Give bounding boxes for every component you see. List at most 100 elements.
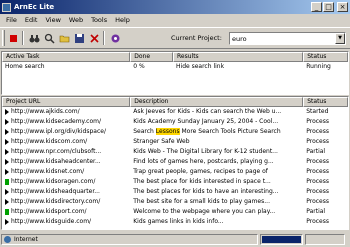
row-status: Process (306, 158, 329, 165)
table-row[interactable]: http://www.kidsecademy.com/Kids Academy … (2, 117, 348, 127)
status-marker-icon (5, 208, 9, 215)
arrow-icon (5, 128, 9, 135)
menu-tools[interactable]: Tools (87, 16, 111, 24)
row-description-text: Kids Academy Sunday January 25, 2004 - C… (133, 118, 279, 125)
globe-icon (4, 236, 11, 243)
current-project-select[interactable]: euro ▼ (229, 32, 346, 45)
row-url[interactable]: http://www.kidsdirectory.com/ (11, 198, 100, 205)
row-description: Welcome to the webpage where you can pla… (130, 207, 303, 217)
chevron-down-icon[interactable]: ▼ (335, 33, 345, 44)
table-row[interactable]: http://www.ajkids.com/Ask Jeeves for Kid… (2, 107, 348, 117)
tasks-header: Active Task Done Results Status (2, 52, 348, 62)
column-header-description[interactable]: Description (130, 97, 304, 107)
arrow-icon (5, 158, 9, 165)
app-icon (2, 2, 11, 12)
table-row[interactable]: http://www.kidsguide.com/Kids games link… (2, 217, 348, 227)
menu-file[interactable]: File (2, 16, 21, 24)
search-button[interactable] (43, 31, 56, 45)
row-status: Process (306, 128, 329, 135)
row-url-cell: http://www.kidsoragen.com/ (2, 177, 130, 187)
column-header-project-url[interactable]: Project URL (2, 97, 131, 107)
find-button[interactable] (28, 31, 41, 45)
task-name: Home search (5, 63, 45, 70)
row-url[interactable]: http://www.kidsoragen.com/ (11, 178, 95, 185)
row-description: Search Lessons More Search Tools Picture… (130, 127, 303, 137)
save-button[interactable] (73, 31, 86, 45)
row-description: The best places for kids to have an inte… (130, 187, 303, 197)
current-project-label: Current Project: (171, 34, 222, 42)
row-description-text: The best site for a small kids to play g… (133, 198, 270, 205)
delete-button[interactable] (88, 31, 101, 45)
table-row[interactable]: http://www.kidsoragen.com/The best place… (2, 177, 348, 187)
arrow-icon (5, 148, 9, 155)
row-url-cell: http://www.kidsaheadcenter... (2, 157, 130, 167)
table-row[interactable]: http://www.npr.com/clubsoft... Kids Web -… (2, 147, 348, 157)
menu-help[interactable]: Help (111, 16, 134, 24)
row-description-text: Search (133, 128, 154, 135)
table-row[interactable]: http://www.kidsport.com/Welcome to the w… (2, 207, 348, 217)
column-header-results[interactable]: Results (173, 52, 304, 62)
web-button[interactable] (109, 31, 122, 45)
progress-fill (262, 236, 301, 243)
column-header-active-task[interactable]: Active Task (2, 52, 131, 62)
row-url[interactable]: http://www.kidsnet.com/ (11, 168, 84, 175)
maximize-button[interactable]: □ (323, 2, 334, 12)
menu-web[interactable]: Web (65, 16, 87, 24)
row-description: The best site for a small kids to play g… (130, 197, 303, 207)
arrow-icon (5, 168, 9, 175)
minimize-button[interactable]: _ (311, 2, 322, 12)
open-folder-icon (59, 35, 70, 42)
row-url[interactable]: http://www.kidscom.com/ (11, 138, 87, 145)
menu-edit[interactable]: Edit (21, 16, 42, 24)
row-url[interactable]: http://www.ajkids.com/ (11, 108, 80, 115)
row-url[interactable]: http://www.kidsecademy.com/ (11, 118, 101, 125)
row-url-cell: http://www.kidsdirectory.com/ (2, 197, 130, 207)
table-row[interactable]: http://www.kidsnet.com/Trap great people… (2, 167, 348, 177)
title-bar: ArnEc Lite _ □ × (0, 0, 350, 14)
menu-view[interactable]: View (41, 16, 64, 24)
row-url[interactable]: http://www.ipl.org/div/kidspace/ (11, 128, 106, 135)
row-status: Process (306, 168, 329, 175)
column-header-status[interactable]: Status (303, 52, 348, 62)
stop-button[interactable] (7, 31, 20, 45)
close-button[interactable]: × (337, 2, 348, 12)
row-url[interactable]: http://www.kidsheadquarter... (11, 188, 100, 195)
row-description: Stranger Safe Web (130, 137, 303, 147)
row-description-text: The best place for kids interested in sp… (133, 178, 271, 185)
row-url-cell: http://www.ipl.org/div/kidspace/ (2, 127, 130, 137)
window-title: ArnEc Lite (14, 3, 55, 11)
row-url[interactable]: http://www.npr.com/clubsoft... (11, 148, 101, 155)
row-description-text: Trap great people, games, recipes to pag… (133, 168, 268, 175)
arrow-icon (5, 108, 9, 115)
tasks-panel: Active Task Done Results Status Home sea… (1, 51, 349, 95)
column-header-done[interactable]: Done (130, 52, 174, 62)
table-row[interactable]: http://www.kidsaheadcenter... Find lots o… (2, 157, 348, 167)
column-header-status[interactable]: Status (303, 97, 348, 107)
table-row[interactable]: http://www.kidscom.com/Stranger Safe Web… (2, 137, 348, 147)
row-description-text: Ask Jeeves for Kids - Kids can search th… (133, 108, 282, 115)
row-status: Partial (306, 208, 326, 215)
open-button[interactable] (58, 31, 71, 45)
row-url-cell: http://www.kidscom.com/ (2, 137, 130, 147)
table-row[interactable]: http://www.ipl.org/div/kidspace/Search L… (2, 127, 348, 137)
table-row[interactable]: http://www.kidsheadquarter... The best pl… (2, 187, 348, 197)
row-url-cell: http://www.kidsport.com/ (2, 207, 130, 217)
search-highlight: Lessons (155, 128, 180, 135)
status-marker-icon (5, 178, 9, 185)
delete-icon (90, 33, 99, 43)
row-status: Process (306, 218, 329, 225)
toolbar-grip[interactable] (2, 30, 5, 46)
task-row[interactable]: Home search 0 % Hide search link Running (2, 62, 348, 72)
row-description-text: Kids Web - The Digital Library for K-12 … (133, 148, 278, 155)
row-url-cell: http://www.kidsguide.com/ (2, 217, 130, 227)
row-status: Process (306, 138, 329, 145)
results-list: http://www.ajkids.com/Ask Jeeves for Kid… (2, 107, 348, 227)
row-url[interactable]: http://www.kidsguide.com/ (11, 218, 91, 225)
row-description-text: Find lots of games here, postcards, play… (133, 158, 274, 165)
table-row[interactable]: http://www.kidsdirectory.com/The best si… (2, 197, 348, 207)
toolbar-separator (103, 31, 105, 45)
arrow-icon (5, 198, 9, 205)
row-url[interactable]: http://www.kidsaheadcenter... (11, 158, 101, 165)
row-url[interactable]: http://www.kidsport.com/ (11, 208, 87, 215)
row-description-rest: More Search Tools Picture Search (179, 128, 281, 135)
